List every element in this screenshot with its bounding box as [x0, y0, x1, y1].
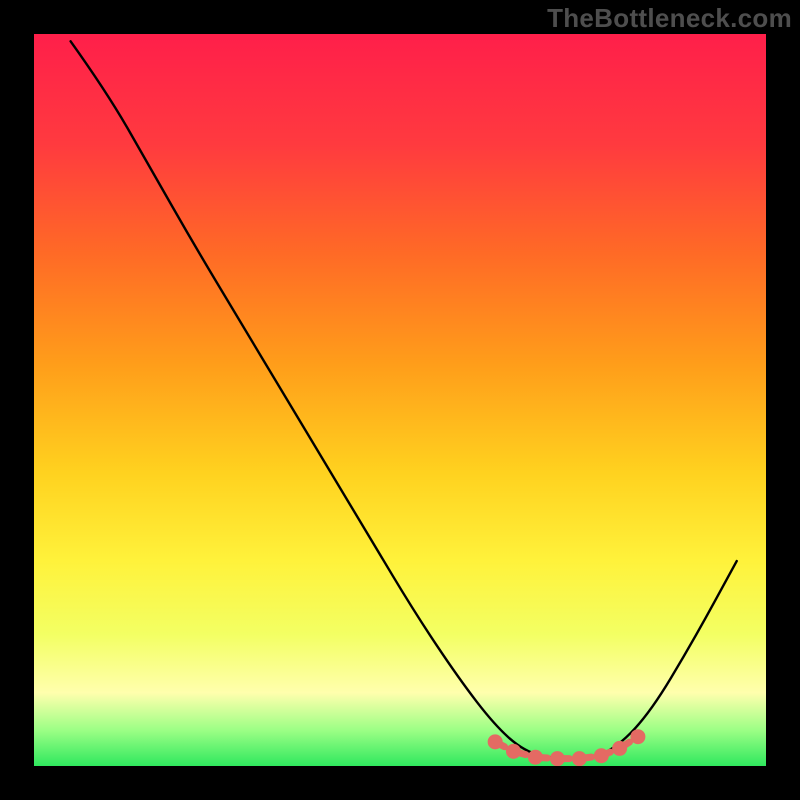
chart-svg: [34, 34, 766, 766]
chart-background-gradient: [34, 34, 766, 766]
chart-frame: TheBottleneck.com: [0, 0, 800, 800]
curve-marker-dash: [519, 753, 526, 755]
curve-marker-dash: [625, 742, 630, 745]
curve-marker-dot: [630, 729, 645, 744]
plot-area: [34, 34, 766, 766]
curve-marker-dash: [585, 757, 591, 758]
curve-marker-dash: [500, 745, 504, 747]
watermark-text: TheBottleneck.com: [547, 3, 792, 34]
curve-marker-dash: [607, 752, 610, 753]
